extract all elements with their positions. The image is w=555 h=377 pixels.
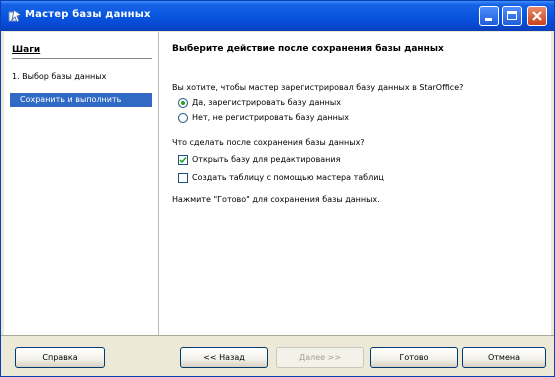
steps-title: Шаги [12,45,41,55]
maximize-button[interactable] [502,6,522,26]
minimize-icon [485,18,492,21]
steps-divider [12,58,152,59]
create-table-label[interactable]: Создать таблицу с помощью мастера таблиц [192,173,384,182]
step-save-and-proceed[interactable]: Сохранить и выполнить [10,93,152,107]
after-save-question: Что сделать после сохранения базы данных… [172,138,365,147]
finish-hint: Нажмите "Готово" для сохранения базы дан… [172,195,380,204]
minimize-button[interactable] [479,6,499,26]
app-icon [8,9,22,23]
register-yes-label[interactable]: Да, зарегистрировать базу данных [192,98,341,107]
close-button[interactable] [527,6,547,26]
open-for-editing-label[interactable]: Открыть базу для редактирования [192,155,340,164]
footer-divider [1,335,554,336]
steps-sidebar: Шаги 1. Выбор базы данных Сохранить и вы… [4,32,159,335]
cancel-button[interactable]: Отмена [462,347,546,368]
help-button[interactable]: Справка [15,347,105,368]
title-bar[interactable]: Мастер базы данных [1,1,554,31]
open-for-editing-checkbox[interactable] [178,155,188,165]
register-yes-radio[interactable] [178,98,188,108]
finish-button[interactable]: Готово [370,347,458,368]
maximize-icon [507,11,517,20]
checkmark-icon [179,156,187,164]
create-table-checkbox[interactable] [178,173,188,183]
back-button[interactable]: << Назад [180,347,268,368]
page-heading: Выберите действие после сохранения базы … [172,44,444,54]
next-button[interactable]: Далее >> [276,347,364,368]
close-icon [532,11,542,21]
wizard-client-area: Шаги 1. Выбор базы данных Сохранить и вы… [4,32,551,335]
window-title: Мастер базы данных [25,9,151,20]
step-select-database[interactable]: 1. Выбор базы данных [10,70,152,84]
database-wizard-window: Мастер базы данных Шаги 1. Выбор базы да… [0,0,555,377]
register-no-radio[interactable] [178,113,188,123]
register-no-label[interactable]: Нет, не регистрировать базу данных [192,113,349,122]
wizard-page: Выберите действие после сохранения базы … [159,32,551,335]
register-question: Вы хотите, чтобы мастер зарегистрировал … [172,83,464,92]
